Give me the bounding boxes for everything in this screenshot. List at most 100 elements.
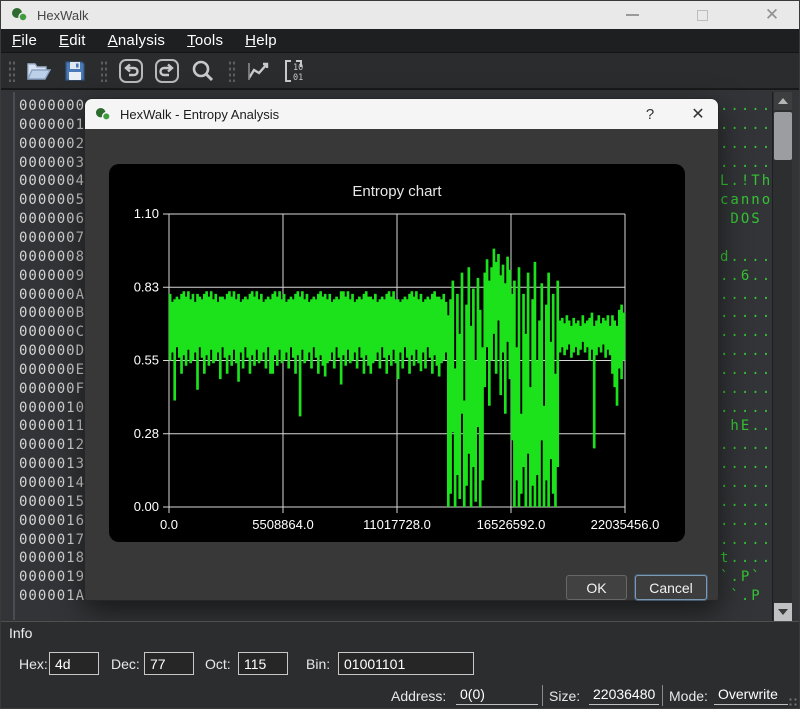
cancel-button[interactable]: Cancel <box>635 575 707 600</box>
redo-button[interactable] <box>152 57 182 85</box>
ascii-cell[interactable]: ..... <box>720 532 770 551</box>
scroll-up-button[interactable] <box>774 92 792 110</box>
undo-button[interactable] <box>116 57 146 85</box>
bin-field[interactable] <box>338 652 474 675</box>
ascii-cell[interactable]: d.... <box>720 249 770 268</box>
oct-field[interactable] <box>238 652 288 675</box>
toolbar-grip[interactable] <box>100 60 108 82</box>
ascii-cell[interactable]: `.P <box>720 588 770 607</box>
entropy-chart-svg: 0.00.005508864.00.2811017728.00.55165265… <box>109 164 685 542</box>
menu-item-edit[interactable]: Edit <box>48 32 97 49</box>
maximize-button[interactable] <box>685 1 719 29</box>
ascii-cell[interactable]: ..... <box>720 98 770 117</box>
ascii-cell[interactable]: ..... <box>720 117 770 136</box>
menu-item-tools[interactable]: Tools <box>176 32 234 49</box>
window-titlebar: HexWalk ✕ <box>1 1 800 29</box>
binary-converter-icon: 10 01 <box>282 58 308 84</box>
ascii-cell[interactable]: canno <box>720 192 770 211</box>
menu-bar: FileEditAnalysisToolsHelp <box>1 29 800 53</box>
statusbar-divider <box>542 685 543 706</box>
svg-text:0.83: 0.83 <box>134 279 159 294</box>
ascii-cell[interactable]: ..... <box>720 136 770 155</box>
toolbar-grip[interactable] <box>228 60 236 82</box>
search-button[interactable] <box>188 57 218 85</box>
ascii-cell[interactable]: ..... <box>720 155 770 174</box>
minimize-button[interactable] <box>615 1 649 29</box>
undo-icon <box>118 58 144 84</box>
svg-text:0.55: 0.55 <box>134 353 159 368</box>
vertical-scrollbar[interactable] <box>772 92 792 621</box>
hexwalk-logo-icon <box>95 107 112 122</box>
close-button[interactable]: ✕ <box>755 1 789 29</box>
svg-text:10: 10 <box>293 63 303 73</box>
ascii-cell[interactable]: ..... <box>720 494 770 513</box>
statusbar-divider <box>662 685 663 706</box>
svg-text:01: 01 <box>293 73 303 83</box>
ascii-cell[interactable]: ..... <box>720 513 770 532</box>
scroll-down-button[interactable] <box>774 603 792 621</box>
binary-converter-button[interactable]: 10 01 <box>280 57 310 85</box>
hex-field[interactable] <box>49 652 99 675</box>
address-value: 0(0) <box>456 686 538 705</box>
ascii-cell[interactable]: ..... <box>720 287 770 306</box>
svg-text:0.00: 0.00 <box>134 499 159 514</box>
entropy-analysis-dialog: HexWalk - Entropy Analysis ? ✕ 0.00.0055… <box>84 98 719 601</box>
up-arrow-icon <box>778 98 788 104</box>
ascii-cell[interactable]: ..... <box>720 475 770 494</box>
ascii-cell[interactable]: ..... <box>720 324 770 343</box>
info-panel: Info Hex: Dec: Oct: Bin: <box>1 621 800 683</box>
hexwalk-logo-icon <box>11 7 29 23</box>
toolbar: 10 01 <box>1 53 800 89</box>
size-label: Size: <box>549 688 580 704</box>
menu-item-file[interactable]: File <box>1 32 48 49</box>
redo-icon <box>154 58 180 84</box>
ascii-cell[interactable]: ..... <box>720 305 770 324</box>
menu-item-help[interactable]: Help <box>234 32 288 49</box>
svg-text:16526592.0: 16526592.0 <box>477 517 546 532</box>
dialog-help-button[interactable]: ? <box>635 99 665 129</box>
svg-text:0.28: 0.28 <box>134 426 159 441</box>
dec-field[interactable] <box>144 652 194 675</box>
status-bar: Address: 0(0) Size: 22036480 Mode: Overw… <box>1 683 800 709</box>
dialog-buttons: OK Cancel <box>85 575 720 601</box>
hex-left-edge <box>13 92 15 620</box>
menu-item-analysis[interactable]: Analysis <box>97 32 176 49</box>
bin-field-label: Bin: <box>306 656 330 672</box>
ascii-cell[interactable]: ..... <box>720 362 770 381</box>
ascii-cell[interactable]: t.... <box>720 550 770 569</box>
ok-button[interactable]: OK <box>566 575 627 600</box>
chart-icon <box>246 59 272 83</box>
ascii-cell[interactable]: ..... <box>720 343 770 362</box>
ascii-cell[interactable]: hE.. <box>720 418 770 437</box>
ascii-cell[interactable]: `.P` <box>720 569 770 588</box>
down-arrow-icon <box>778 609 788 615</box>
save-button[interactable] <box>60 57 90 85</box>
entropy-chart: 0.00.005508864.00.2811017728.00.55165265… <box>109 164 685 542</box>
address-label: Address: <box>391 688 446 704</box>
hex-field-label: Hex: <box>19 656 48 672</box>
resize-grip[interactable] <box>788 697 798 707</box>
size-value: 22036480 <box>589 686 659 705</box>
search-icon <box>190 58 216 84</box>
chart-button[interactable] <box>244 57 274 85</box>
svg-text:5508864.0: 5508864.0 <box>252 517 313 532</box>
ascii-cell[interactable]: ..... <box>720 437 770 456</box>
scrollbar-thumb[interactable] <box>774 112 792 160</box>
ascii-cell[interactable]: ..... <box>720 381 770 400</box>
toolbar-grip[interactable] <box>8 60 16 82</box>
dec-field-label: Dec: <box>111 656 140 672</box>
dialog-titlebar[interactable]: HexWalk - Entropy Analysis ? ✕ <box>85 99 718 129</box>
mode-value: Overwrite <box>714 686 788 705</box>
svg-text:1.10: 1.10 <box>134 206 159 221</box>
ascii-cell[interactable]: ..6.. <box>720 268 770 287</box>
ascii-cell[interactable] <box>720 230 770 249</box>
dialog-close-button[interactable]: ✕ <box>683 99 713 129</box>
hexwalk-window: HexWalk ✕ FileEditAnalysisToolsHelp <box>0 0 800 709</box>
ascii-cell[interactable]: ..... <box>720 456 770 475</box>
ascii-cell[interactable]: L.!Th <box>720 173 770 192</box>
ascii-cell[interactable]: DOS <box>720 211 770 230</box>
open-file-button[interactable] <box>24 57 54 85</box>
ascii-cell[interactable]: ..... <box>720 400 770 419</box>
info-panel-title: Info <box>9 625 32 641</box>
hex-row-partial[interactable]: 000001B0 2E 64 61 74 61 00 00 00 E0 79 0… <box>1 606 800 621</box>
